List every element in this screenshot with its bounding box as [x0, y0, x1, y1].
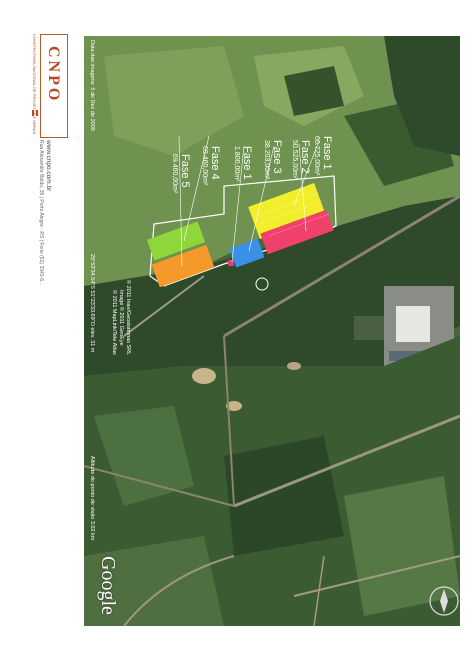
phase-1b-area: 1.800,00m²: [233, 146, 240, 182]
phase-2-label: Fase 2: [299, 140, 311, 174]
satellite-imagery: [84, 36, 460, 626]
coordinates-readout: 29°53'34.54"S 51°23'33.69"O elev. 31 m: [89, 254, 95, 353]
cnpo-tagline: CONSTRUTORA NACIONAL DE PROJETOS E OBRAS: [32, 34, 37, 135]
copyright-maplink: © 2011 MapLink/Tele Atlas: [111, 290, 117, 355]
phase-1-small-block: [228, 260, 234, 266]
website-text: www.cnpo.com.br: [45, 140, 52, 192]
phase-1-label: Fase 1: [321, 136, 333, 170]
satellite-map[interactable]: Fase 1 60.725,00m² Fase 2 50.525,00m² Fa…: [84, 36, 460, 626]
phase-4-area: 69.460,00m²: [201, 146, 208, 186]
phase-4-label: Fase 4: [209, 146, 221, 180]
eye-altitude: Altitude do ponto de visão 3.02 km: [89, 456, 95, 541]
phase-1b-label: Fase 1: [241, 146, 253, 180]
phase-5-area: 69.460,00m²: [171, 154, 178, 194]
phase-5-label: Fase 5: [179, 154, 191, 188]
phase-1-area: 60.725,00m²: [313, 136, 320, 176]
logo-accent-bars: [32, 110, 38, 116]
imagery-date: Data das imagens: 5 de Dez de 2009: [89, 40, 95, 131]
address-text: Rua Alexandre Boldo, 35 | Porto Alegre -…: [38, 140, 44, 286]
phase-3-label: Fase 3: [271, 140, 283, 174]
copyright-geoeye: Image © 2011 GeoEye: [118, 290, 124, 346]
bottom-margin: [84, 626, 475, 653]
copyright-inav: © 2011 Inav/Geosistemas SRL: [125, 280, 131, 356]
phase-3-area: 38.203,00m²: [263, 140, 270, 180]
cnpo-logo: CNPO: [45, 46, 62, 104]
google-logo: Google: [97, 556, 119, 615]
phase-2-area: 50.525,00m²: [291, 140, 298, 180]
document-margin: CNPO CONSTRUTORA NACIONAL DE PROJETOS E …: [0, 0, 84, 653]
